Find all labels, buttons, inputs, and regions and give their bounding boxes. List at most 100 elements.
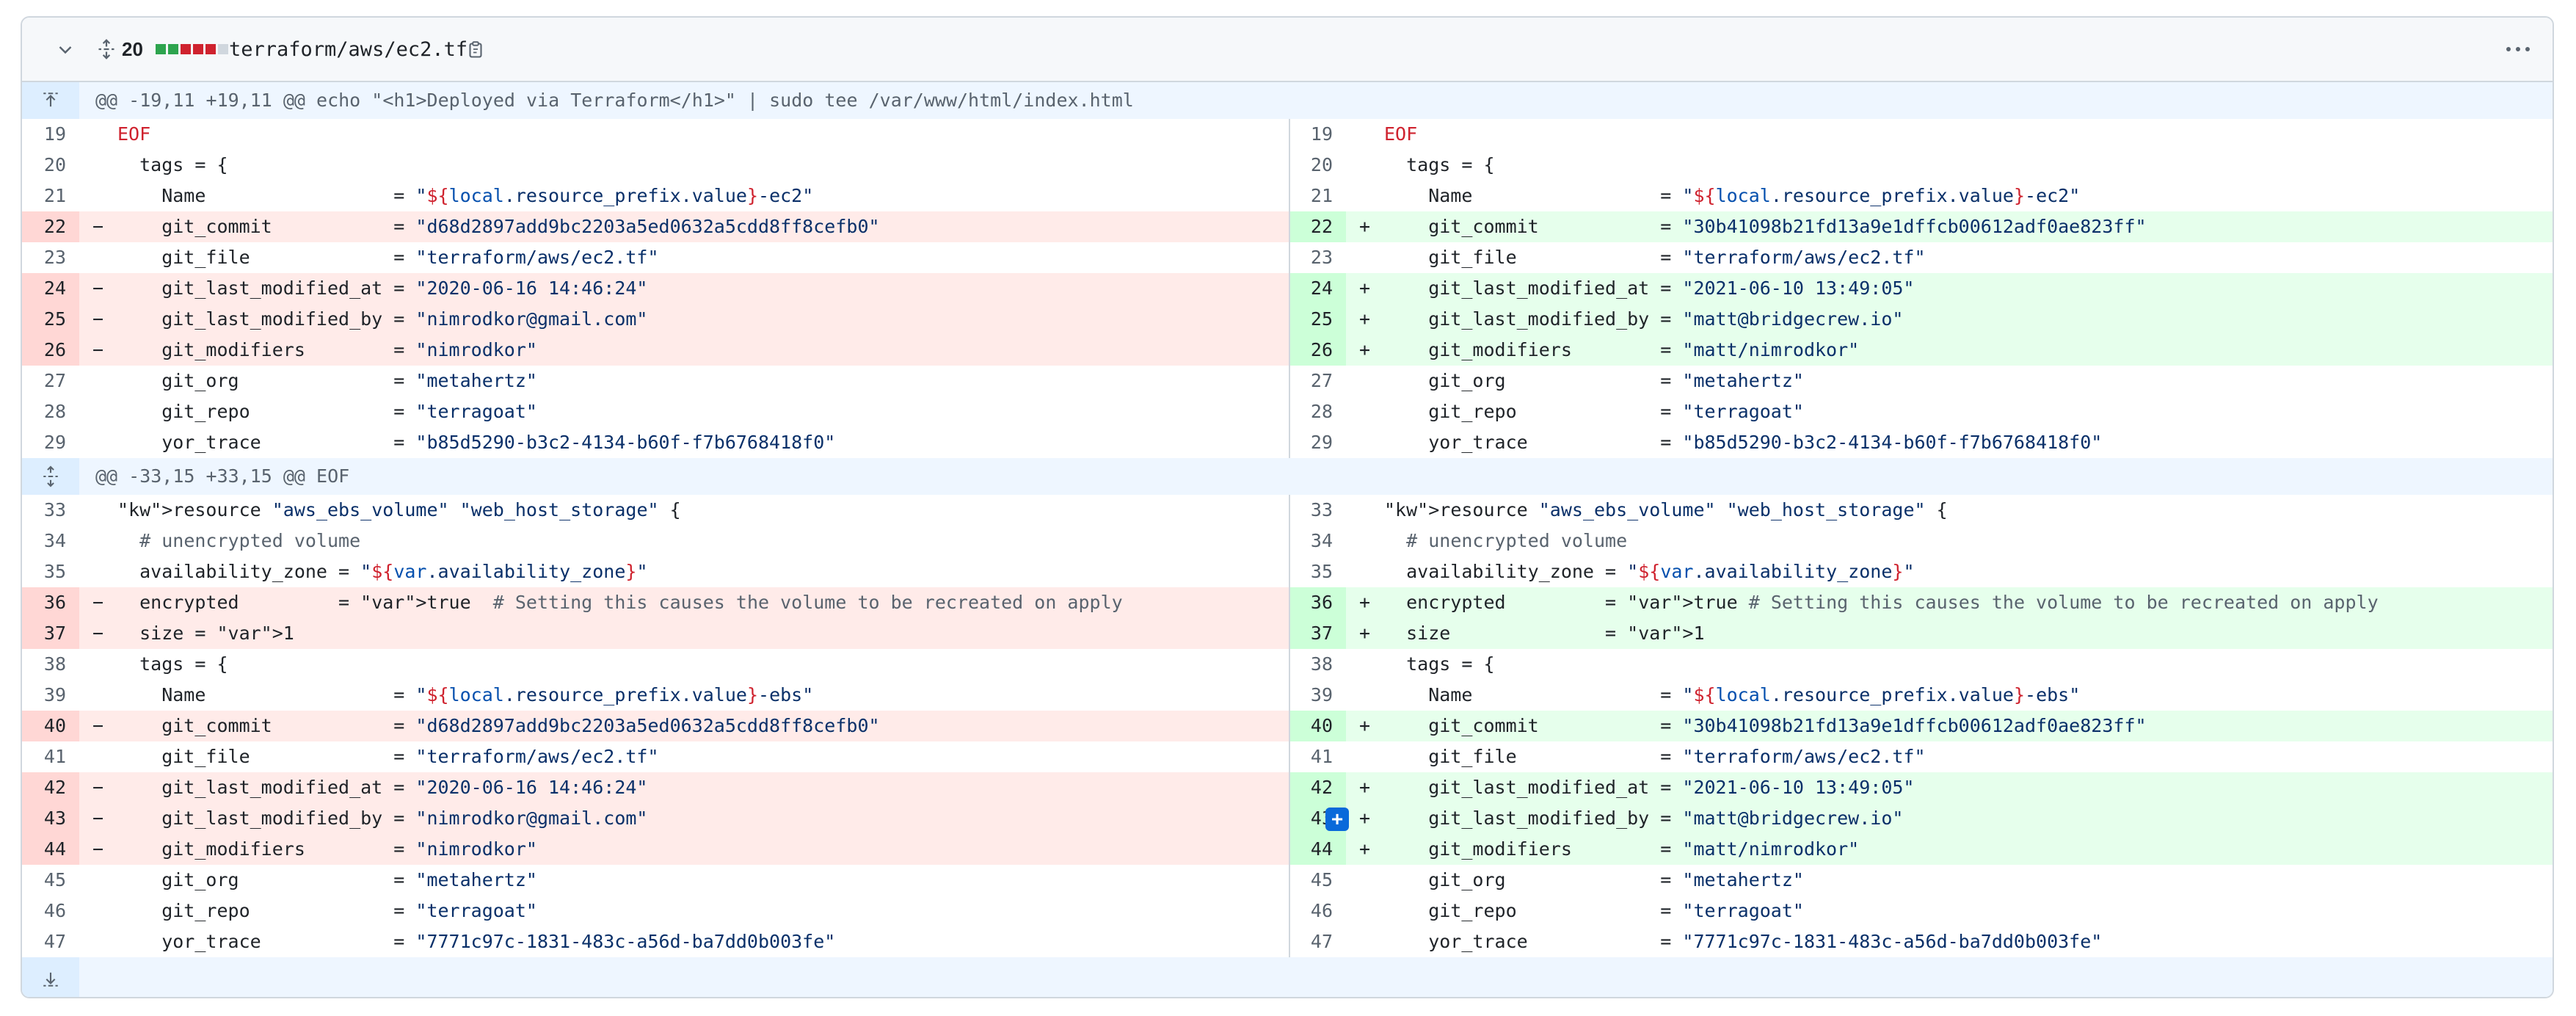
expand-down-icon[interactable] [22, 957, 79, 997]
line-number[interactable]: 42 [22, 772, 79, 803]
line-number[interactable]: 41 [22, 741, 79, 772]
line-number[interactable]: 19 [22, 119, 79, 150]
diff-row: 45 git_org = "metahertz" 45 git_org = "me… [22, 865, 2553, 896]
diff-sign: − [92, 715, 104, 736]
line-number[interactable]: 28 [1290, 396, 1346, 427]
collapse-chevron-icon[interactable] [53, 18, 78, 81]
diff-row: 39 Name = "${local.resource_prefix.value… [22, 680, 2553, 711]
line-number[interactable]: 21 [22, 181, 79, 211]
line-number[interactable]: 19 [1290, 119, 1346, 150]
diff-row: 23 git_file = "terraform/aws/ec2.tf" 23 g… [22, 242, 2553, 273]
code-line: git_file = "terraform/aws/ec2.tf" [1384, 746, 1926, 767]
diff-row: 27 git_org = "metahertz" 27 git_org = "me… [22, 366, 2553, 396]
diff-sign: + [1359, 308, 1371, 330]
line-number[interactable]: 42 [1290, 772, 1346, 803]
line-number[interactable]: 41 [1290, 741, 1346, 772]
line-number[interactable]: 44 [1290, 834, 1346, 865]
line-number[interactable]: 38 [1290, 649, 1346, 680]
diff-sign [1359, 741, 1378, 772]
line-number[interactable]: 47 [22, 926, 79, 957]
code-line: git_last_modified_at = "2021-06-10 13:49… [1384, 777, 1915, 798]
line-number[interactable]: 27 [1290, 366, 1346, 396]
left-line: 33 "kw">resource "aws_ebs_volume" "web_ho… [22, 495, 1289, 526]
line-number[interactable]: 44 [22, 834, 79, 865]
code-line: git_repo = "terragoat" [117, 900, 537, 921]
line-number[interactable]: 40 [22, 711, 79, 741]
code-line: git_last_modified_by = "matt@bridgecrew.… [1384, 308, 1904, 330]
code-line: git_org = "metahertz" [117, 869, 537, 890]
copy-icon[interactable] [461, 18, 490, 81]
line-number[interactable]: 24 [22, 273, 79, 304]
line-number[interactable]: 36 [1290, 587, 1346, 618]
file-name[interactable]: terraform/aws/ec2.tf [229, 18, 467, 81]
line-number[interactable]: 37 [1290, 618, 1346, 649]
line-number[interactable]: 26 [1290, 335, 1346, 366]
code-line: EOF [117, 123, 151, 145]
line-number[interactable]: 47 [1290, 926, 1346, 957]
expand-both-icon[interactable] [22, 458, 79, 495]
line-number[interactable]: 25 [22, 304, 79, 335]
left-line: 47 yor_trace = "7771c97c-1831-483c-a56d-… [22, 926, 1289, 957]
line-number[interactable]: 45 [1290, 865, 1346, 896]
line-number[interactable]: 26 [22, 335, 79, 366]
diff-sign: + [1359, 838, 1371, 860]
diff-row: 34 # unencrypted volume 34 # unencrypted … [22, 526, 2553, 556]
code-line: tags = { [1384, 154, 1495, 175]
diff-sign [92, 526, 112, 556]
line-number[interactable]: 43 [22, 803, 79, 834]
line-number[interactable]: 20 [1290, 150, 1346, 181]
line-number[interactable]: 23 [22, 242, 79, 273]
line-number[interactable]: 33 [22, 495, 79, 526]
line-number[interactable]: 34 [22, 526, 79, 556]
line-number[interactable]: 38 [22, 649, 79, 680]
expand-all-icon[interactable] [90, 18, 123, 81]
line-number[interactable]: 22 [22, 211, 79, 242]
line-number[interactable]: 46 [22, 896, 79, 926]
diff-sign: − [92, 623, 104, 644]
code-line: size = "var">1 [1384, 623, 1705, 644]
line-number[interactable]: 39 [1290, 680, 1346, 711]
line-number[interactable]: 39 [22, 680, 79, 711]
left-line: 35 availability_zone = "${var.availabili… [22, 556, 1289, 587]
add-comment-button[interactable]: + [1325, 808, 1349, 831]
line-number[interactable]: 29 [22, 427, 79, 458]
diff-sign [1359, 150, 1378, 181]
line-number[interactable]: 27 [22, 366, 79, 396]
line-number[interactable]: 25 [1290, 304, 1346, 335]
right-line: 38 tags = { [1289, 649, 2553, 680]
line-number[interactable]: 33 [1290, 495, 1346, 526]
code-line: git_last_modified_by = "matt@bridgecrew.… [1384, 808, 1904, 829]
line-number[interactable]: 21 [1290, 181, 1346, 211]
diff-sign [92, 556, 112, 587]
line-number[interactable]: 46 [1290, 896, 1346, 926]
line-number[interactable]: 20 [22, 150, 79, 181]
diff-table: @@ -19,11 +19,11 @@ echo "<h1>Deployed v… [22, 82, 2553, 997]
expand-up-icon[interactable] [22, 82, 79, 119]
line-number[interactable]: 40 [1290, 711, 1346, 741]
line-number[interactable]: 28 [22, 396, 79, 427]
hunk-text: @@ -33,15 +33,15 @@ EOF [95, 465, 350, 487]
line-number[interactable]: 22 [1290, 211, 1346, 242]
diff-row: 19 EOF 19 EOF [22, 119, 2553, 150]
line-number[interactable]: 34 [1290, 526, 1346, 556]
line-number[interactable]: 29 [1290, 427, 1346, 458]
line-number[interactable]: 36 [22, 587, 79, 618]
more-options-icon[interactable] [2500, 18, 2536, 81]
line-number[interactable]: 23 [1290, 242, 1346, 273]
right-line: 42 + git_last_modified_at = "2021-06-10 1… [1289, 772, 2553, 803]
right-line: 26 + git_modifiers = "matt/nimrodkor" [1289, 335, 2553, 366]
line-number[interactable]: 35 [1290, 556, 1346, 587]
code-line: yor_trace = "7771c97c-1831-483c-a56d-ba7… [117, 931, 836, 952]
diff-row: 42− git_last_modified_at = "2020-06-16 1… [22, 772, 2553, 803]
diff-row: 37− size = "var">1 37 + size = "var">1 [22, 618, 2553, 649]
diff-sign: + [1359, 808, 1371, 829]
line-number[interactable]: 45 [22, 865, 79, 896]
line-number[interactable]: 37 [22, 618, 79, 649]
line-number[interactable]: 24 [1290, 273, 1346, 304]
line-number[interactable]: 35 [22, 556, 79, 587]
diff-sign [92, 181, 112, 211]
diff-row: 26− git_modifiers = "nimrodkor" 26 + git_m… [22, 335, 2553, 366]
diff-sign [1359, 396, 1378, 427]
right-line: 35 availability_zone = "${var.availabili… [1289, 556, 2553, 587]
right-line: 24 + git_last_modified_at = "2021-06-10 1… [1289, 273, 2553, 304]
